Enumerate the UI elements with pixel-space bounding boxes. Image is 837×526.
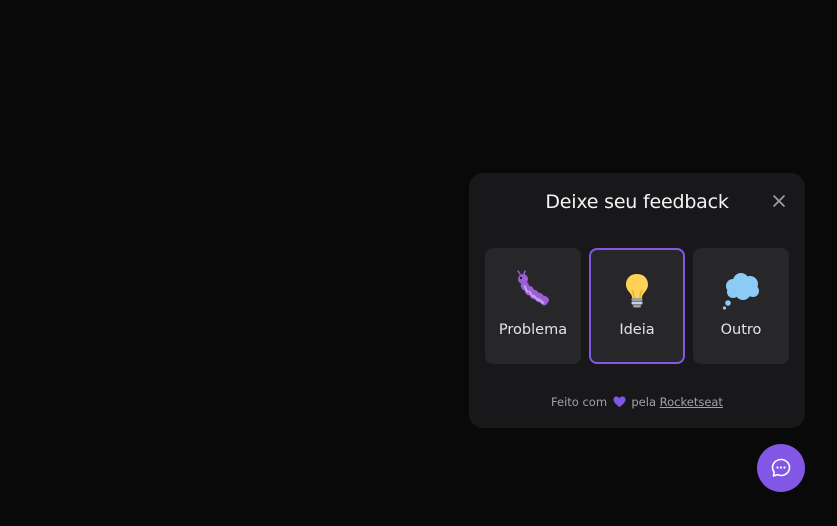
- thought-balloon-icon: [721, 270, 761, 310]
- option-label: Outro: [720, 322, 762, 338]
- bug-icon: [513, 270, 553, 310]
- underlying-page-text-strip: [0, 518, 837, 526]
- footer-prefix: Feito com: [551, 395, 608, 409]
- feedback-toggle-button[interactable]: [757, 444, 805, 492]
- close-icon: [773, 195, 785, 207]
- close-button[interactable]: [769, 191, 789, 211]
- option-ideia-button[interactable]: Ideia: [589, 248, 685, 364]
- page-background: Deixe seu feedback Problema Ideia Outro …: [0, 0, 837, 526]
- feedback-type-options: Problema Ideia Outro: [485, 248, 789, 364]
- widget-footer: Feito com pela Rocketseat: [469, 395, 805, 411]
- feedback-widget: Deixe seu feedback Problema Ideia Outro …: [469, 173, 805, 428]
- chat-bubble-icon: [771, 458, 791, 477]
- heart-icon: [613, 396, 626, 411]
- option-outro-button[interactable]: Outro: [693, 248, 789, 364]
- rocketseat-link[interactable]: Rocketseat: [660, 395, 723, 409]
- option-label: Problema: [498, 322, 568, 338]
- option-problema-button[interactable]: Problema: [485, 248, 581, 364]
- lightbulb-icon: [617, 270, 657, 310]
- widget-title: Deixe seu feedback: [545, 191, 729, 213]
- option-label: Ideia: [619, 322, 655, 338]
- footer-middle: pela: [631, 395, 656, 409]
